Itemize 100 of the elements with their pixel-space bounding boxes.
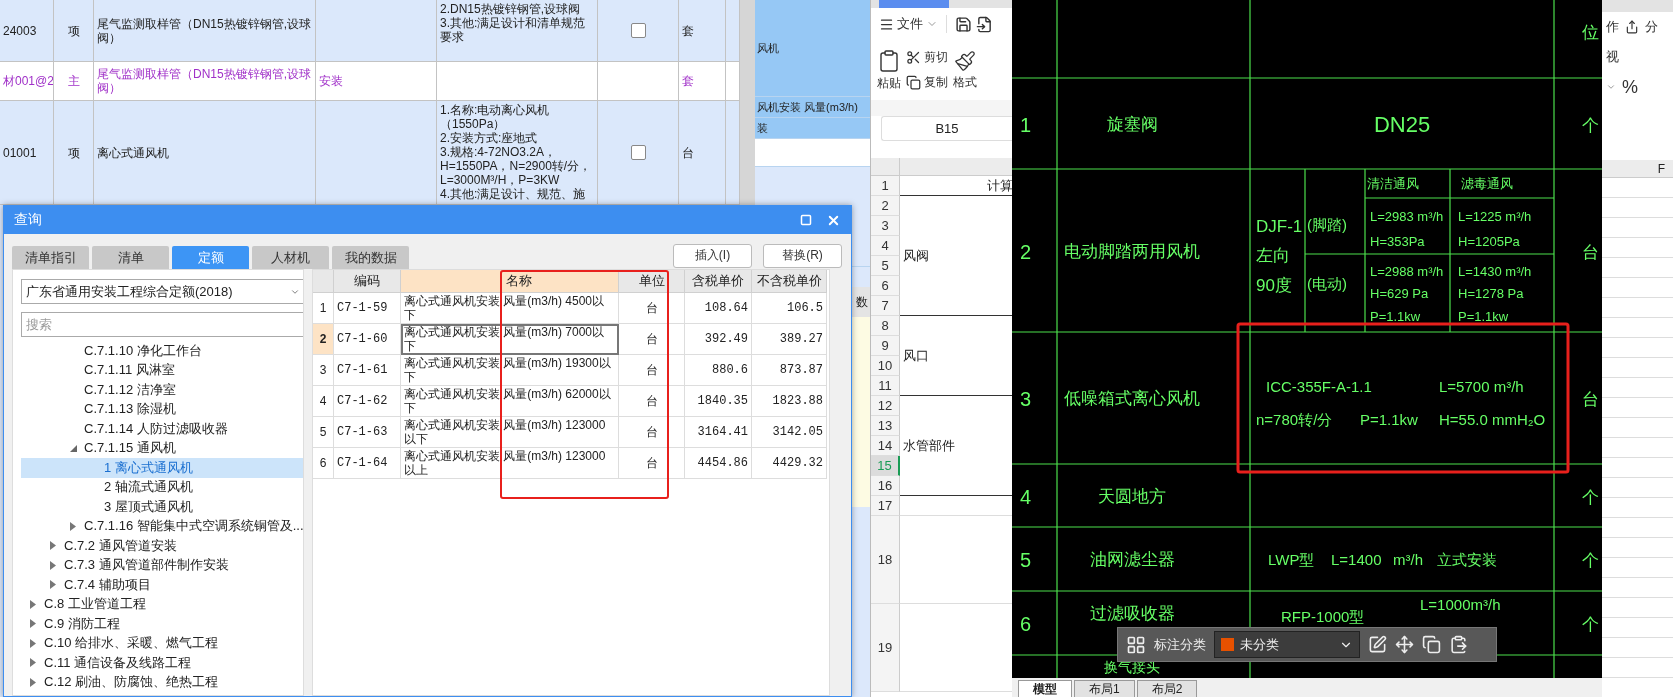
copy-icon[interactable]: [906, 75, 921, 90]
checkbox[interactable]: [630, 23, 646, 38]
column-header[interactable]: 含税单价: [685, 270, 752, 293]
column-header[interactable]: 名称: [401, 270, 619, 293]
row-number[interactable]: 5: [313, 417, 334, 448]
spec-text: DN25: [1373, 111, 1431, 137]
clipboard-icon[interactable]: [877, 48, 901, 73]
column-header[interactable]: 编码: [334, 270, 401, 293]
tree-item[interactable]: C.10 给排水、采暖、燃气工程: [21, 633, 303, 653]
collapsed-triangle-icon[interactable]: [49, 560, 57, 570]
replace-button[interactable]: 替换(R): [763, 243, 842, 268]
copy-icon[interactable]: [1422, 635, 1441, 654]
tab[interactable]: 清单指引: [12, 246, 89, 269]
copy-button[interactable]: 复制: [906, 74, 948, 91]
collapsed-triangle-icon[interactable]: [29, 658, 37, 668]
tree-item[interactable]: 3 屋顶式通风机: [21, 497, 303, 517]
checkbox[interactable]: [630, 145, 646, 160]
collapsed-triangle-icon[interactable]: [49, 580, 57, 590]
item-name: 电动脚踏两用风机: [1064, 241, 1200, 261]
category-dropdown[interactable]: 未分类: [1214, 631, 1360, 658]
scissors-icon[interactable]: [906, 50, 921, 65]
tree-item[interactable]: C.11 通信设备及线路工程: [21, 653, 303, 673]
tree-item[interactable]: C.7.1.11 风淋室: [21, 360, 303, 380]
cell-reference-field[interactable]: B15: [881, 116, 1012, 141]
collapsed-triangle-icon[interactable]: [69, 521, 77, 531]
tree-item[interactable]: C.7.1.14 人防过滤吸收器: [21, 419, 303, 439]
save-icon[interactable]: [955, 15, 972, 33]
tree-item[interactable]: C.7.1.12 洁净室: [21, 380, 303, 400]
tree-item[interactable]: 1 离心式通风机: [21, 458, 303, 478]
expanded-triangle-icon[interactable]: [69, 443, 77, 453]
insert-button[interactable]: 插入(I): [673, 243, 752, 268]
cut-button[interactable]: 剪切: [906, 49, 948, 66]
search-field[interactable]: 搜索: [21, 312, 303, 337]
collapsed-triangle-icon[interactable]: [29, 677, 37, 687]
brush-icon[interactable]: [954, 49, 976, 72]
paste-button[interactable]: 粘贴: [877, 48, 901, 92]
percent-button[interactable]: %: [1622, 76, 1638, 98]
tree-item[interactable]: C.12 刷油、防腐蚀、绝热工程: [21, 672, 303, 692]
row-number[interactable]: 17: [871, 496, 900, 516]
row-number[interactable]: 2: [871, 196, 900, 216]
row-number[interactable]: 3: [313, 355, 334, 386]
move-icon[interactable]: [1395, 635, 1414, 654]
layout-tab[interactable]: 布局1: [1074, 680, 1135, 697]
row-number[interactable]: 1: [871, 176, 900, 196]
grid-icon[interactable]: [1126, 634, 1146, 655]
edit-icon[interactable]: [1368, 635, 1387, 654]
row-number[interactable]: 4: [313, 386, 334, 417]
row-number[interactable]: 7: [871, 296, 900, 316]
paste-icon[interactable]: [1449, 635, 1468, 654]
tree-item[interactable]: C.7.3 通风管道部件制作安装: [21, 555, 303, 575]
row-number[interactable]: 19: [871, 604, 900, 692]
tree-item[interactable]: C.7.1.15 通风机: [21, 438, 303, 458]
collapsed-triangle-icon[interactable]: [49, 541, 57, 551]
row-number[interactable]: 18: [871, 516, 900, 604]
column-header[interactable]: 单位: [619, 270, 685, 293]
row-number[interactable]: 4: [871, 236, 900, 256]
tree-item[interactable]: C.7.1.16 智能集中式空调系统铜管及...: [21, 516, 303, 536]
row-number[interactable]: 1: [313, 293, 334, 324]
tab[interactable]: 我的数据: [332, 246, 409, 269]
tree-item[interactable]: C.9 消防工程: [21, 614, 303, 634]
column-header[interactable]: F: [1602, 160, 1673, 178]
tree-item[interactable]: 2 轴流式通风机: [21, 477, 303, 497]
layout-tab[interactable]: 模型: [1018, 680, 1072, 697]
row-number[interactable]: 16: [871, 476, 900, 496]
collapsed-triangle-icon[interactable]: [29, 638, 37, 648]
row-number[interactable]: 12: [871, 396, 900, 416]
column-header[interactable]: 不含税单价: [752, 270, 827, 293]
tree-item[interactable]: C.7.1.10 净化工作台: [21, 341, 303, 361]
tree-item[interactable]: C.7.1.13 除湿机: [21, 399, 303, 419]
library-dropdown[interactable]: 广东省通用安装工程综合定额(2018): [21, 279, 303, 304]
collapsed-triangle-icon[interactable]: [29, 619, 37, 629]
ribbon-label[interactable]: 视: [1606, 48, 1619, 66]
row-number[interactable]: 9: [871, 336, 900, 356]
row-number[interactable]: 2: [313, 324, 334, 355]
format-painter-button[interactable]: 格式: [953, 49, 977, 91]
spec-text: L=2988 m³/h: [1370, 264, 1444, 279]
share-icon[interactable]: [1625, 20, 1639, 34]
row-number[interactable]: 13: [871, 416, 900, 436]
tab[interactable]: 清单: [92, 246, 169, 269]
collapsed-triangle-icon[interactable]: [29, 599, 37, 609]
row-number[interactable]: 11: [871, 376, 900, 396]
share-label[interactable]: 分: [1645, 18, 1658, 36]
tree-item[interactable]: C.7.4 辅助项目: [21, 575, 303, 595]
export-icon[interactable]: [976, 15, 993, 33]
ribbon-label[interactable]: 作: [1606, 18, 1619, 36]
menu-icon[interactable]: [879, 16, 894, 32]
row-number[interactable]: 10: [871, 356, 900, 376]
tree-item[interactable]: C.8 工业管道工程: [21, 594, 303, 614]
row-number[interactable]: 3: [871, 216, 900, 236]
maximize-icon[interactable]: [800, 214, 812, 226]
row-number[interactable]: 8: [871, 316, 900, 336]
layout-tab[interactable]: 布局2: [1136, 680, 1198, 697]
unit-text: 台: [1581, 242, 1599, 262]
row-number[interactable]: 6: [871, 276, 900, 296]
tree-item[interactable]: C.7.2 通风管道安装: [21, 536, 303, 556]
tab[interactable]: 人材机: [252, 246, 329, 269]
row-number[interactable]: 14: [871, 436, 900, 456]
file-menu[interactable]: 文件: [879, 15, 938, 33]
row-number[interactable]: 5: [871, 256, 900, 276]
row-number[interactable]: 6: [313, 448, 334, 479]
